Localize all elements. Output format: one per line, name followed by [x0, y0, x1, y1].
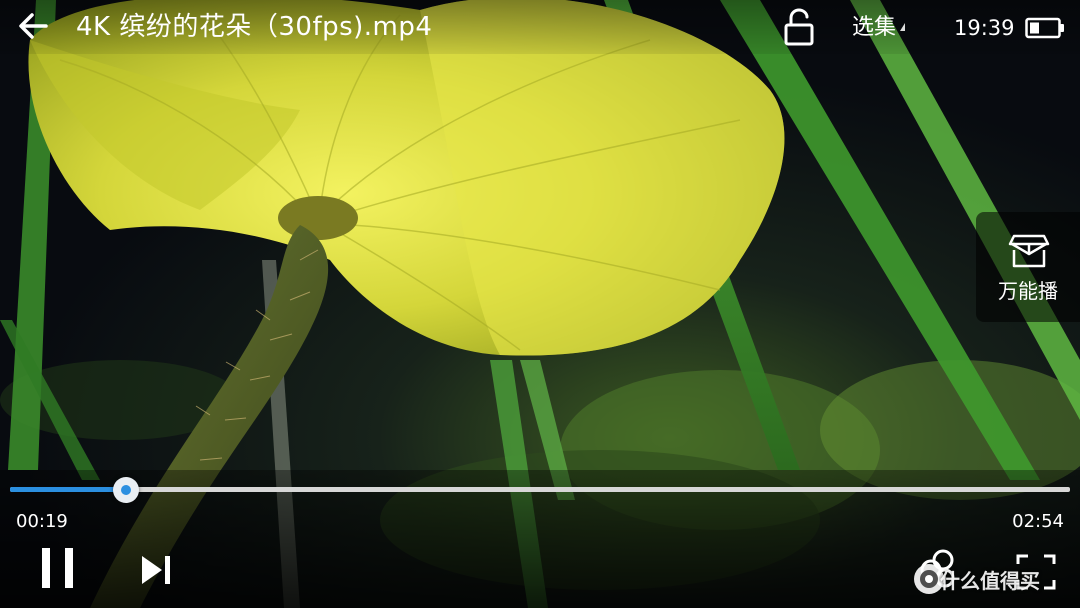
video-title: 4K 缤纷的花朵（30fps).mp4 — [76, 12, 433, 42]
universal-player-label: 万能播 — [998, 279, 1058, 303]
seek-bar[interactable] — [10, 477, 1070, 503]
lock-open-icon — [784, 8, 814, 46]
seek-thumb[interactable] — [112, 477, 139, 503]
pause-button[interactable] — [38, 546, 78, 590]
pause-icon — [42, 548, 73, 588]
episodes-button[interactable]: 选集 — [852, 12, 906, 44]
status-clock: 19:39 — [954, 16, 1015, 40]
battery-low-icon — [1025, 17, 1064, 39]
total-time: 02:54 — [1012, 511, 1064, 532]
back-button[interactable] — [12, 4, 56, 48]
box-icon — [1008, 234, 1050, 268]
current-time: 00:19 — [16, 511, 68, 532]
arrow-left-icon — [19, 13, 48, 39]
seek-track — [10, 487, 1070, 492]
lock-button[interactable] — [780, 7, 818, 47]
seek-progress — [10, 487, 126, 492]
skip-next-icon — [142, 556, 170, 584]
episodes-label: 选集 — [852, 15, 897, 40]
watermark-text: 什么值得买 — [940, 569, 1040, 593]
caret-icon — [900, 23, 906, 31]
next-button[interactable] — [138, 552, 176, 588]
universal-player-button[interactable]: 万能播 — [976, 212, 1080, 322]
